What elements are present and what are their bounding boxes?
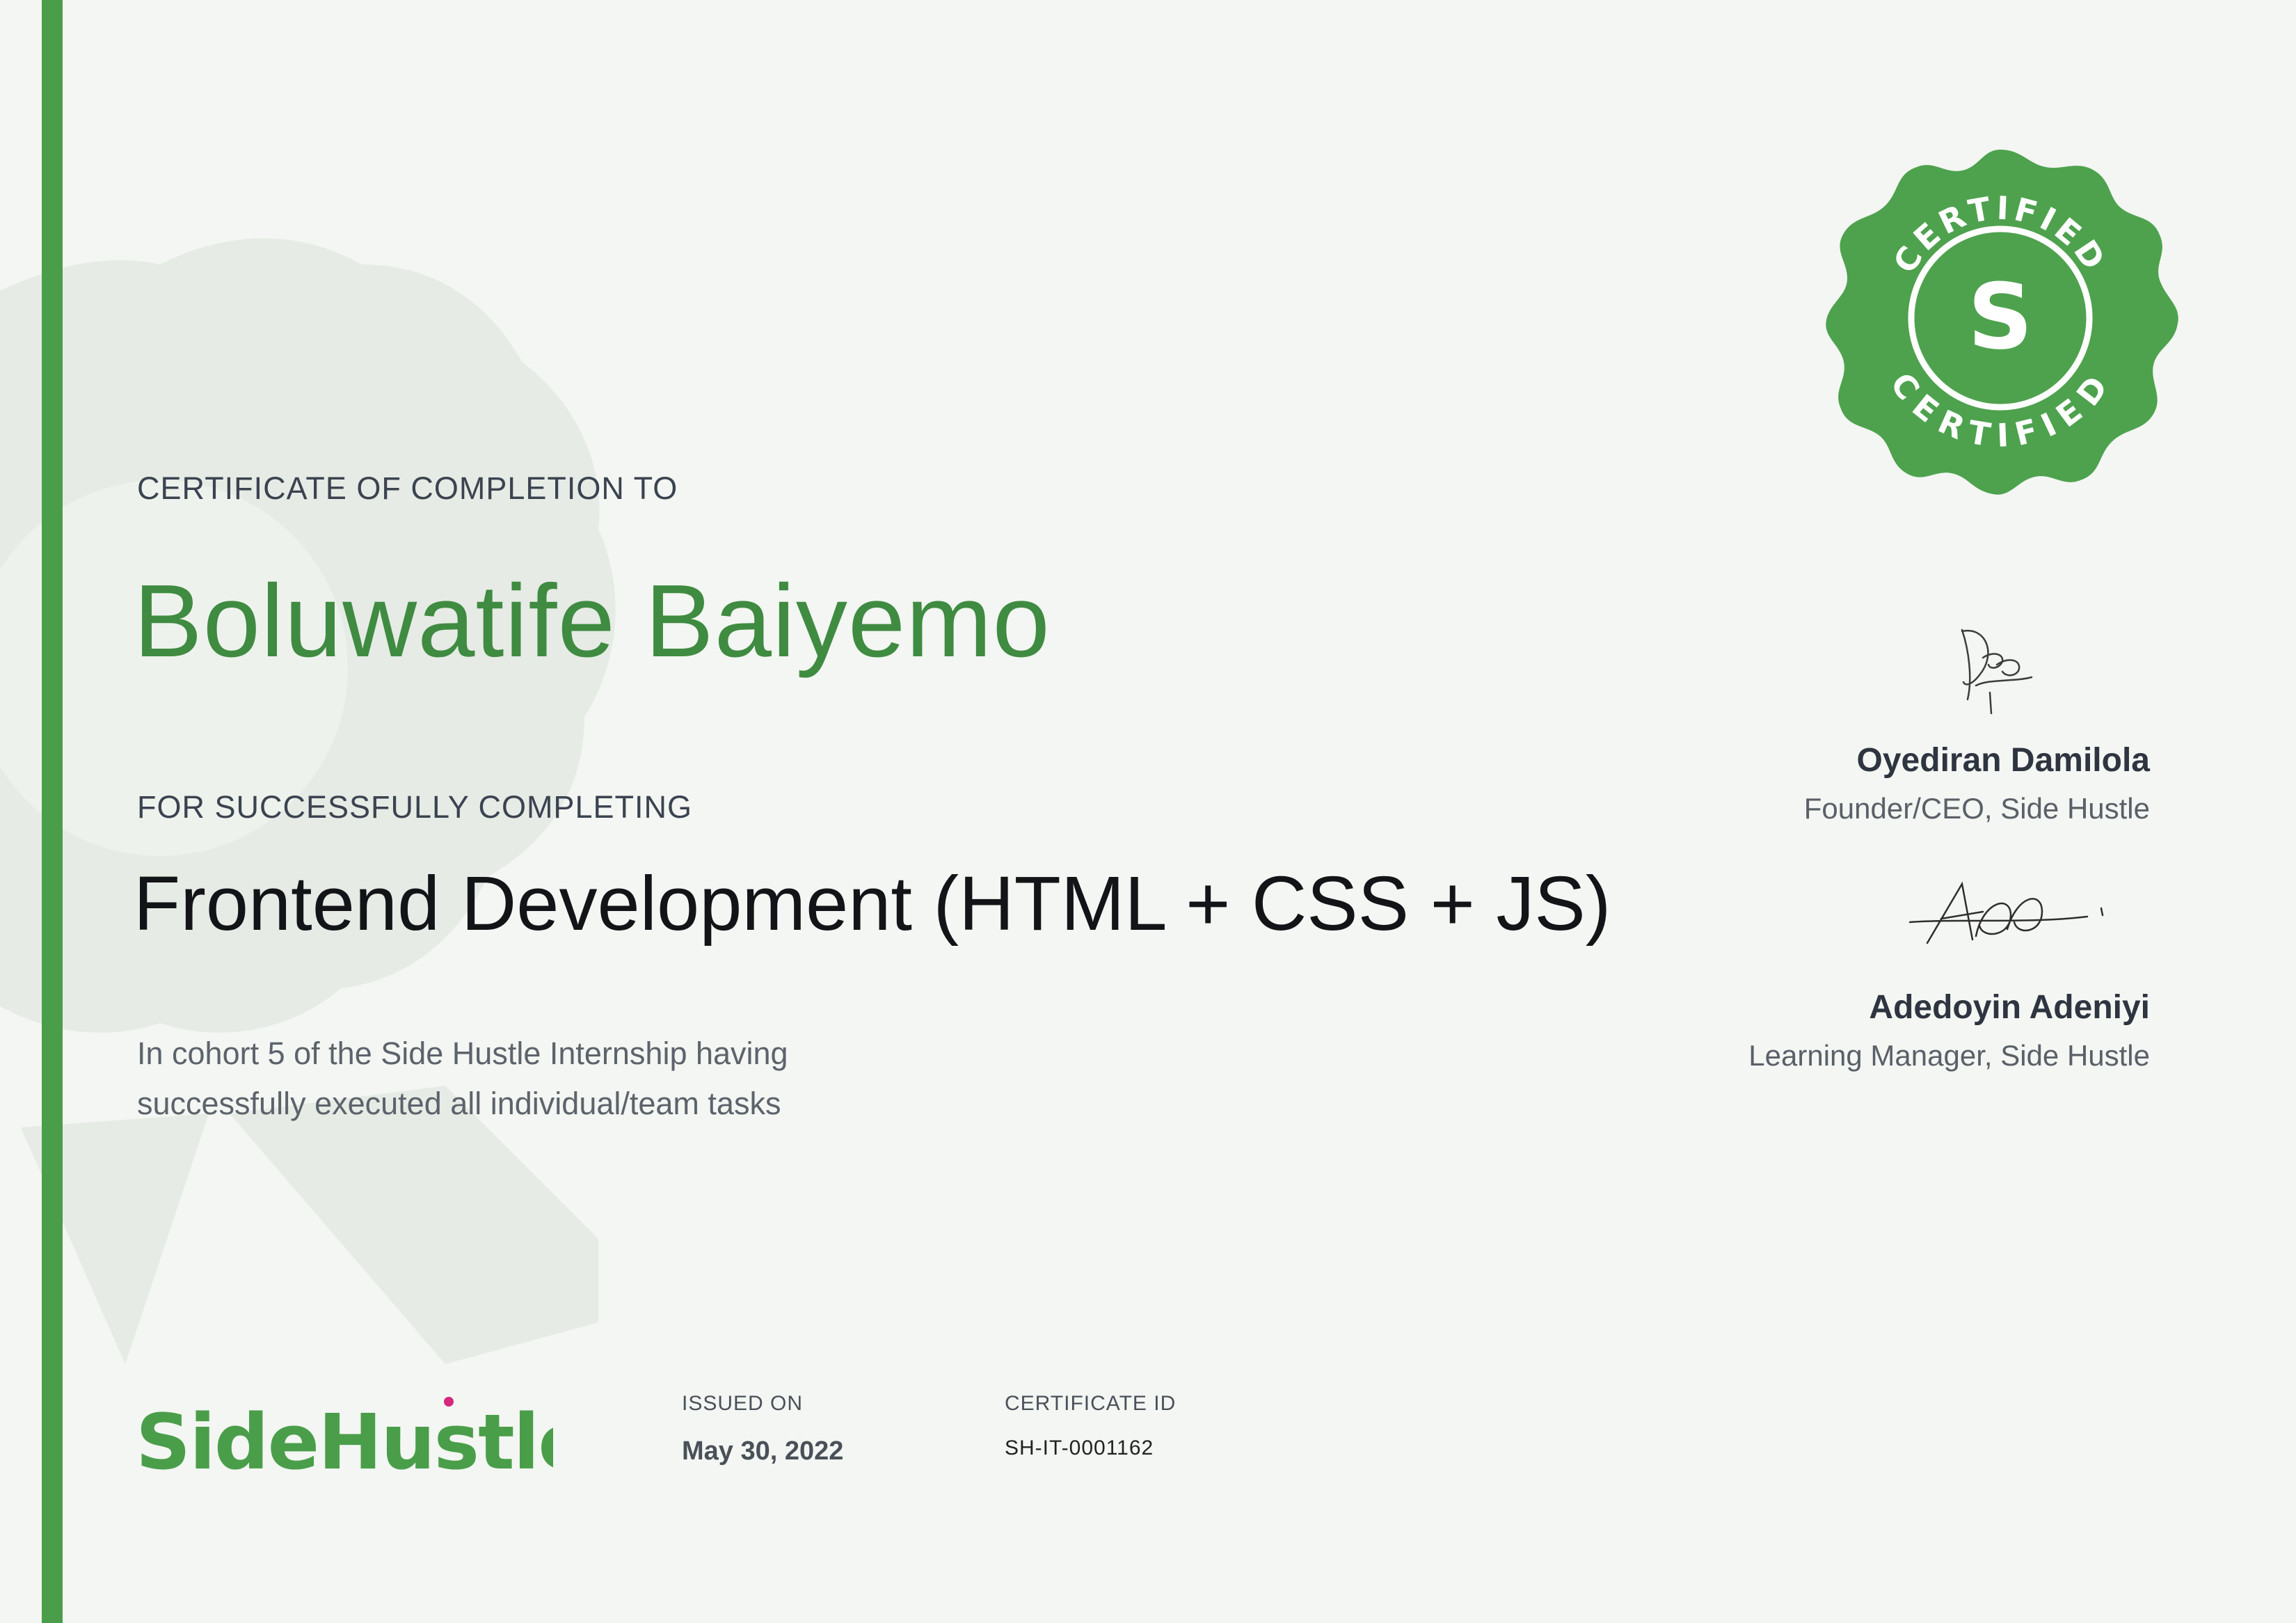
issued-on-block: ISSUED ON May 30, 2022 bbox=[682, 1392, 843, 1466]
logo-dot bbox=[444, 1397, 454, 1407]
description-line-2: successfully executed all individual/tea… bbox=[137, 1086, 781, 1121]
course-title: Frontend Development (HTML + CSS + JS) bbox=[134, 861, 1611, 947]
issued-label: ISSUED ON bbox=[682, 1392, 804, 1415]
certificate-page: CERTIFICATE OF COMPLETION TO Boluwatife … bbox=[0, 0, 2296, 1623]
completion-eyebrow: CERTIFICATE OF COMPLETION TO bbox=[137, 470, 678, 506]
issued-date: May 30, 2022 bbox=[682, 1436, 844, 1466]
certificate-id-label: CERTIFICATE ID bbox=[1005, 1392, 1177, 1415]
left-accent-bar bbox=[42, 0, 63, 1623]
course-eyebrow: FOR SUCCESSFULLY COMPLETING bbox=[137, 789, 692, 825]
certificate-id-value: SH-IT-0001162 bbox=[1005, 1436, 1154, 1459]
sidehustle-logo: SideHustle bbox=[136, 1397, 553, 1482]
recipient-name: Boluwatife Baiyemo bbox=[134, 564, 1051, 679]
signatory-2-name: Adedoyin Adeniyi bbox=[1869, 989, 2150, 1026]
signatory-1: Oyediran Damilola Founder/CEO, Side Hust… bbox=[1804, 741, 2150, 825]
description: In cohort 5 of the Side Hustle Internshi… bbox=[137, 1029, 1028, 1129]
certified-seal: CERTIFIED CERTIFIED S bbox=[1826, 150, 2178, 495]
signature-adedoyin bbox=[1908, 881, 2104, 944]
signatory-1-name: Oyediran Damilola bbox=[1856, 742, 2150, 779]
signature-oyediran bbox=[1961, 628, 2033, 715]
signatory-2-role: Learning Manager, Side Hustle bbox=[1748, 1039, 2150, 1072]
seal-letter: S bbox=[1968, 264, 2033, 370]
signatory-1-role: Founder/CEO, Side Hustle bbox=[1803, 792, 2150, 825]
signatory-2: Adedoyin Adeniyi Learning Manager, Side … bbox=[1748, 988, 2150, 1072]
certificate-id-block: CERTIFICATE ID SH-IT-0001162 bbox=[1005, 1392, 1176, 1460]
description-line-1: In cohort 5 of the Side Hustle Internshi… bbox=[137, 1036, 788, 1071]
logo-wordmark: SideHustle bbox=[136, 1398, 553, 1482]
